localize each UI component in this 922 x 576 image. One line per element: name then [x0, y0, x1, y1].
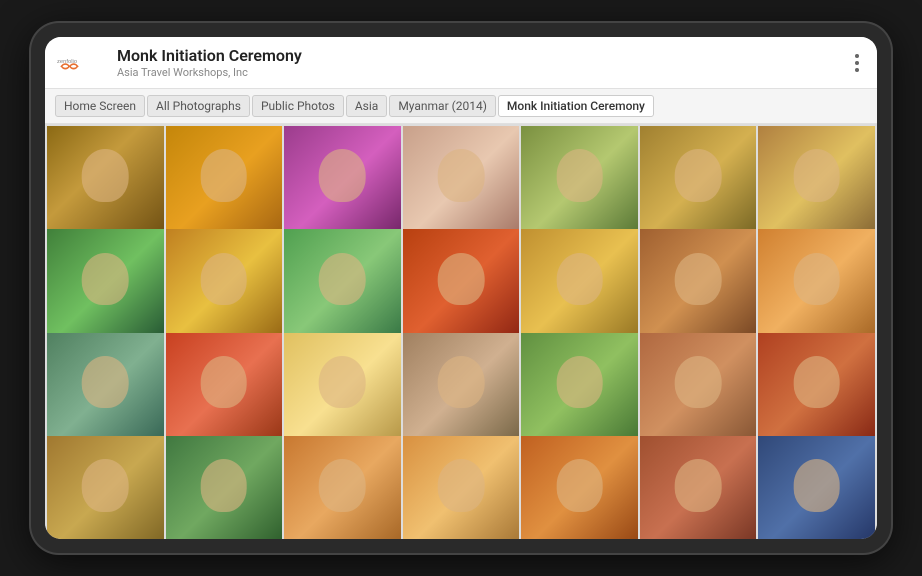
- photo-cell[interactable]: Bagan: [640, 333, 757, 450]
- page-subtitle: Asia Travel Workshops, Inc: [117, 66, 849, 79]
- photo-cell[interactable]: Bagan: [521, 229, 638, 346]
- photo-cell[interactable]: Bagan: [47, 126, 164, 243]
- photo-cell[interactable]: Bagan: [403, 126, 520, 243]
- photo-cell[interactable]: Bagan: [284, 229, 401, 346]
- dot-3: [855, 68, 859, 72]
- photo-cell[interactable]: Bagan: [284, 333, 401, 450]
- more-options-button[interactable]: [849, 50, 865, 76]
- photo-cell[interactable]: Bagan: [521, 436, 638, 539]
- tablet-screen: zenfolio Monk Initiation Ceremony Asia T…: [45, 37, 877, 539]
- photo-cell[interactable]: Bagan: [640, 436, 757, 539]
- photo-cell[interactable]: Bagan: [521, 126, 638, 243]
- photo-cell[interactable]: Bagan: [758, 333, 875, 450]
- page-title: Monk Initiation Ceremony: [117, 46, 849, 65]
- breadcrumb-item-public-photos[interactable]: Public Photos: [252, 95, 344, 117]
- breadcrumb: Home ScreenAll PhotographsPublic PhotosA…: [45, 89, 877, 124]
- header-title-group: Monk Initiation Ceremony Asia Travel Wor…: [117, 46, 849, 78]
- app-header: zenfolio Monk Initiation Ceremony Asia T…: [45, 37, 877, 89]
- dot-2: [855, 61, 859, 65]
- breadcrumb-item-all-photographs[interactable]: All Photographs: [147, 95, 250, 117]
- breadcrumb-item-asia[interactable]: Asia: [346, 95, 387, 117]
- photo-cell[interactable]: Bagan: [758, 229, 875, 346]
- photo-cell[interactable]: Bagan: [284, 436, 401, 539]
- photo-cell[interactable]: Bagan: [47, 436, 164, 539]
- photo-grid: BaganBaganBaganBaganBaganBaganBaganBagan…: [45, 124, 877, 539]
- photo-cell[interactable]: Bagan: [403, 333, 520, 450]
- photo-cell[interactable]: Bagan: [166, 229, 283, 346]
- photo-cell[interactable]: Bagan: [403, 436, 520, 539]
- photo-cell[interactable]: [758, 436, 875, 539]
- photo-cell[interactable]: Bagan: [47, 229, 164, 346]
- photo-cell[interactable]: Bagan: [284, 126, 401, 243]
- photo-cell[interactable]: Bagan: [47, 333, 164, 450]
- zenfolio-logo-svg: zenfolio: [57, 54, 107, 72]
- breadcrumb-item-myanmar-(2014)[interactable]: Myanmar (2014): [389, 95, 496, 117]
- photo-cell[interactable]: Bagan: [403, 229, 520, 346]
- photo-cell[interactable]: Bagan: [640, 126, 757, 243]
- photo-cell[interactable]: Bagan: [640, 229, 757, 346]
- photo-cell[interactable]: Bagan: [521, 333, 638, 450]
- dot-1: [855, 54, 859, 58]
- breadcrumb-item-monk-initiation-ceremony[interactable]: Monk Initiation Ceremony: [498, 95, 654, 117]
- breadcrumb-item-home-screen[interactable]: Home Screen: [55, 95, 145, 117]
- photo-cell[interactable]: Bagan: [166, 333, 283, 450]
- photo-cell[interactable]: Bagan: [166, 436, 283, 539]
- tablet-frame: zenfolio Monk Initiation Ceremony Asia T…: [31, 23, 891, 553]
- photo-cell[interactable]: Bagan: [166, 126, 283, 243]
- photo-cell[interactable]: Bagan: [758, 126, 875, 243]
- zenfolio-logo: zenfolio: [57, 54, 107, 72]
